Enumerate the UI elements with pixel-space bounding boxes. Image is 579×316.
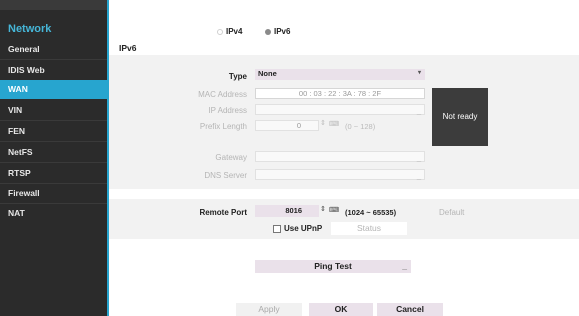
mac-address-label: MAC Address — [198, 90, 247, 99]
mac-address-field: 00 : 03 : 22 : 3A : 78 : 2F — [255, 88, 425, 99]
sidebar-title: Network — [8, 23, 52, 35]
sidebar-item-nat[interactable]: NAT — [0, 204, 107, 223]
status-box: Not ready — [432, 88, 488, 146]
radio-unchecked-icon — [217, 28, 223, 35]
apply-button[interactable]: Apply — [236, 303, 302, 316]
prefix-length-input[interactable]: 0 — [255, 120, 319, 131]
sidebar-divider — [0, 120, 107, 121]
radio-ipv4-label: IPv4 — [226, 27, 243, 36]
sidebar-item-idis-web[interactable]: IDIS Web — [0, 61, 107, 80]
keyboard-icon[interactable]: ⌨ — [329, 206, 339, 214]
section-title: IPv6 — [119, 43, 137, 53]
stepper-icon[interactable]: ⇕ — [320, 119, 326, 127]
radio-ipv6[interactable]: IPv6 — [265, 27, 290, 36]
type-value: None — [258, 69, 277, 78]
default-button[interactable]: Default — [439, 208, 464, 217]
prefix-range-text: (0 ~ 128) — [345, 122, 376, 131]
remote-port-label: Remote Port — [199, 208, 247, 217]
sidebar-item-vin[interactable]: VIN — [0, 101, 107, 120]
sidebar-item-wan[interactable]: WAN — [0, 80, 107, 99]
sidebar-item-netfs[interactable]: NetFS — [0, 143, 107, 162]
sidebar-divider — [0, 162, 107, 163]
type-label: Type — [228, 72, 247, 81]
gateway-label: Gateway — [215, 153, 247, 162]
remote-port-range-text: (1024 ~ 65535) — [345, 208, 397, 217]
ok-button[interactable]: OK — [309, 303, 373, 316]
ip-address-label: IP Address — [208, 106, 247, 115]
sidebar-item-fen[interactable]: FEN — [0, 122, 107, 141]
ping-test-button[interactable]: Ping Test _ — [255, 260, 411, 273]
use-upnp-label: Use UPnP — [284, 224, 323, 233]
ip-address-input[interactable]: _ — [255, 104, 425, 115]
ping-test-label: Ping Test — [314, 261, 352, 271]
radio-ipv4[interactable]: IPv4 — [217, 27, 242, 36]
dns-server-label: DNS Server — [204, 171, 247, 180]
sidebar-item-firewall[interactable]: Firewall — [0, 184, 107, 203]
input-underscore-icon: _ — [416, 171, 421, 180]
sidebar-item-rtsp[interactable]: RTSP — [0, 164, 107, 183]
dropdown-caret-icon: ▾ — [417, 70, 421, 76]
type-dropdown[interactable]: None ▾ — [255, 69, 425, 80]
radio-checked-icon — [265, 28, 271, 35]
sidebar: Network General IDIS Web WAN VIN FEN Net… — [0, 0, 107, 316]
checkbox-unchecked-icon — [273, 224, 281, 233]
gateway-input[interactable]: _ — [255, 151, 425, 162]
prefix-length-label: Prefix Length — [199, 122, 247, 131]
stepper-icon[interactable]: ⇕ — [320, 205, 326, 213]
remote-port-input[interactable]: 8016 — [255, 205, 319, 217]
main-content: IPv4 IPv6 IPv6 Type None ▾ MAC Address 0… — [109, 0, 579, 316]
use-upnp-checkbox[interactable]: Use UPnP — [273, 224, 322, 233]
keyboard-icon[interactable]: ⌨ — [329, 120, 339, 128]
sidebar-divider — [0, 141, 107, 142]
input-underscore-icon: _ — [416, 106, 421, 115]
dns-server-input[interactable]: _ — [255, 169, 425, 180]
radio-ipv6-label: IPv6 — [274, 27, 291, 36]
cancel-button[interactable]: Cancel — [377, 303, 443, 316]
sidebar-divider — [0, 59, 107, 60]
input-underscore-icon: _ — [416, 153, 421, 162]
sidebar-item-general[interactable]: General — [0, 40, 107, 59]
sidebar-top-strip — [0, 0, 107, 10]
status-button[interactable]: Status — [331, 222, 407, 235]
input-underscore-icon: _ — [402, 261, 407, 271]
